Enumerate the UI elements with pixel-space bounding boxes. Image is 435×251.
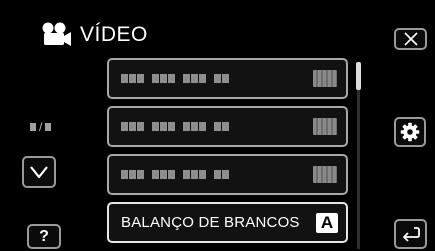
page-title: VÍDEO (80, 23, 148, 46)
settings-button[interactable] (394, 117, 426, 147)
video-camera-icon (42, 22, 71, 46)
menu-item-white-balance[interactable]: BALANÇO DE BRANCOS A (107, 202, 348, 243)
menu-item-3[interactable] (107, 154, 348, 195)
setting-value-icon (313, 118, 337, 135)
close-button[interactable] (394, 28, 427, 50)
gear-icon (400, 122, 420, 142)
close-icon (403, 32, 418, 46)
help-label: ? (39, 227, 49, 245)
menu-item-label: BALANÇO DE BRANCOS (121, 214, 300, 231)
back-button[interactable] (394, 219, 427, 249)
page-indicator: / (30, 121, 52, 133)
return-icon (402, 227, 420, 242)
menu-item-label-placeholder (121, 122, 230, 131)
scrollbar-track[interactable] (357, 62, 360, 249)
menu-item-label-placeholder (121, 74, 230, 83)
setting-value-icon (313, 70, 337, 87)
auto-white-balance-icon: A (316, 213, 338, 233)
menu-item-label-placeholder (121, 170, 230, 179)
scroll-down-button[interactable] (22, 156, 56, 188)
chevron-down-icon (30, 166, 48, 179)
help-button[interactable]: ? (27, 224, 61, 249)
setting-value-icon (313, 166, 337, 183)
menu-item-1[interactable] (107, 58, 348, 99)
scrollbar-thumb[interactable] (356, 62, 361, 90)
menu-item-2[interactable] (107, 106, 348, 147)
